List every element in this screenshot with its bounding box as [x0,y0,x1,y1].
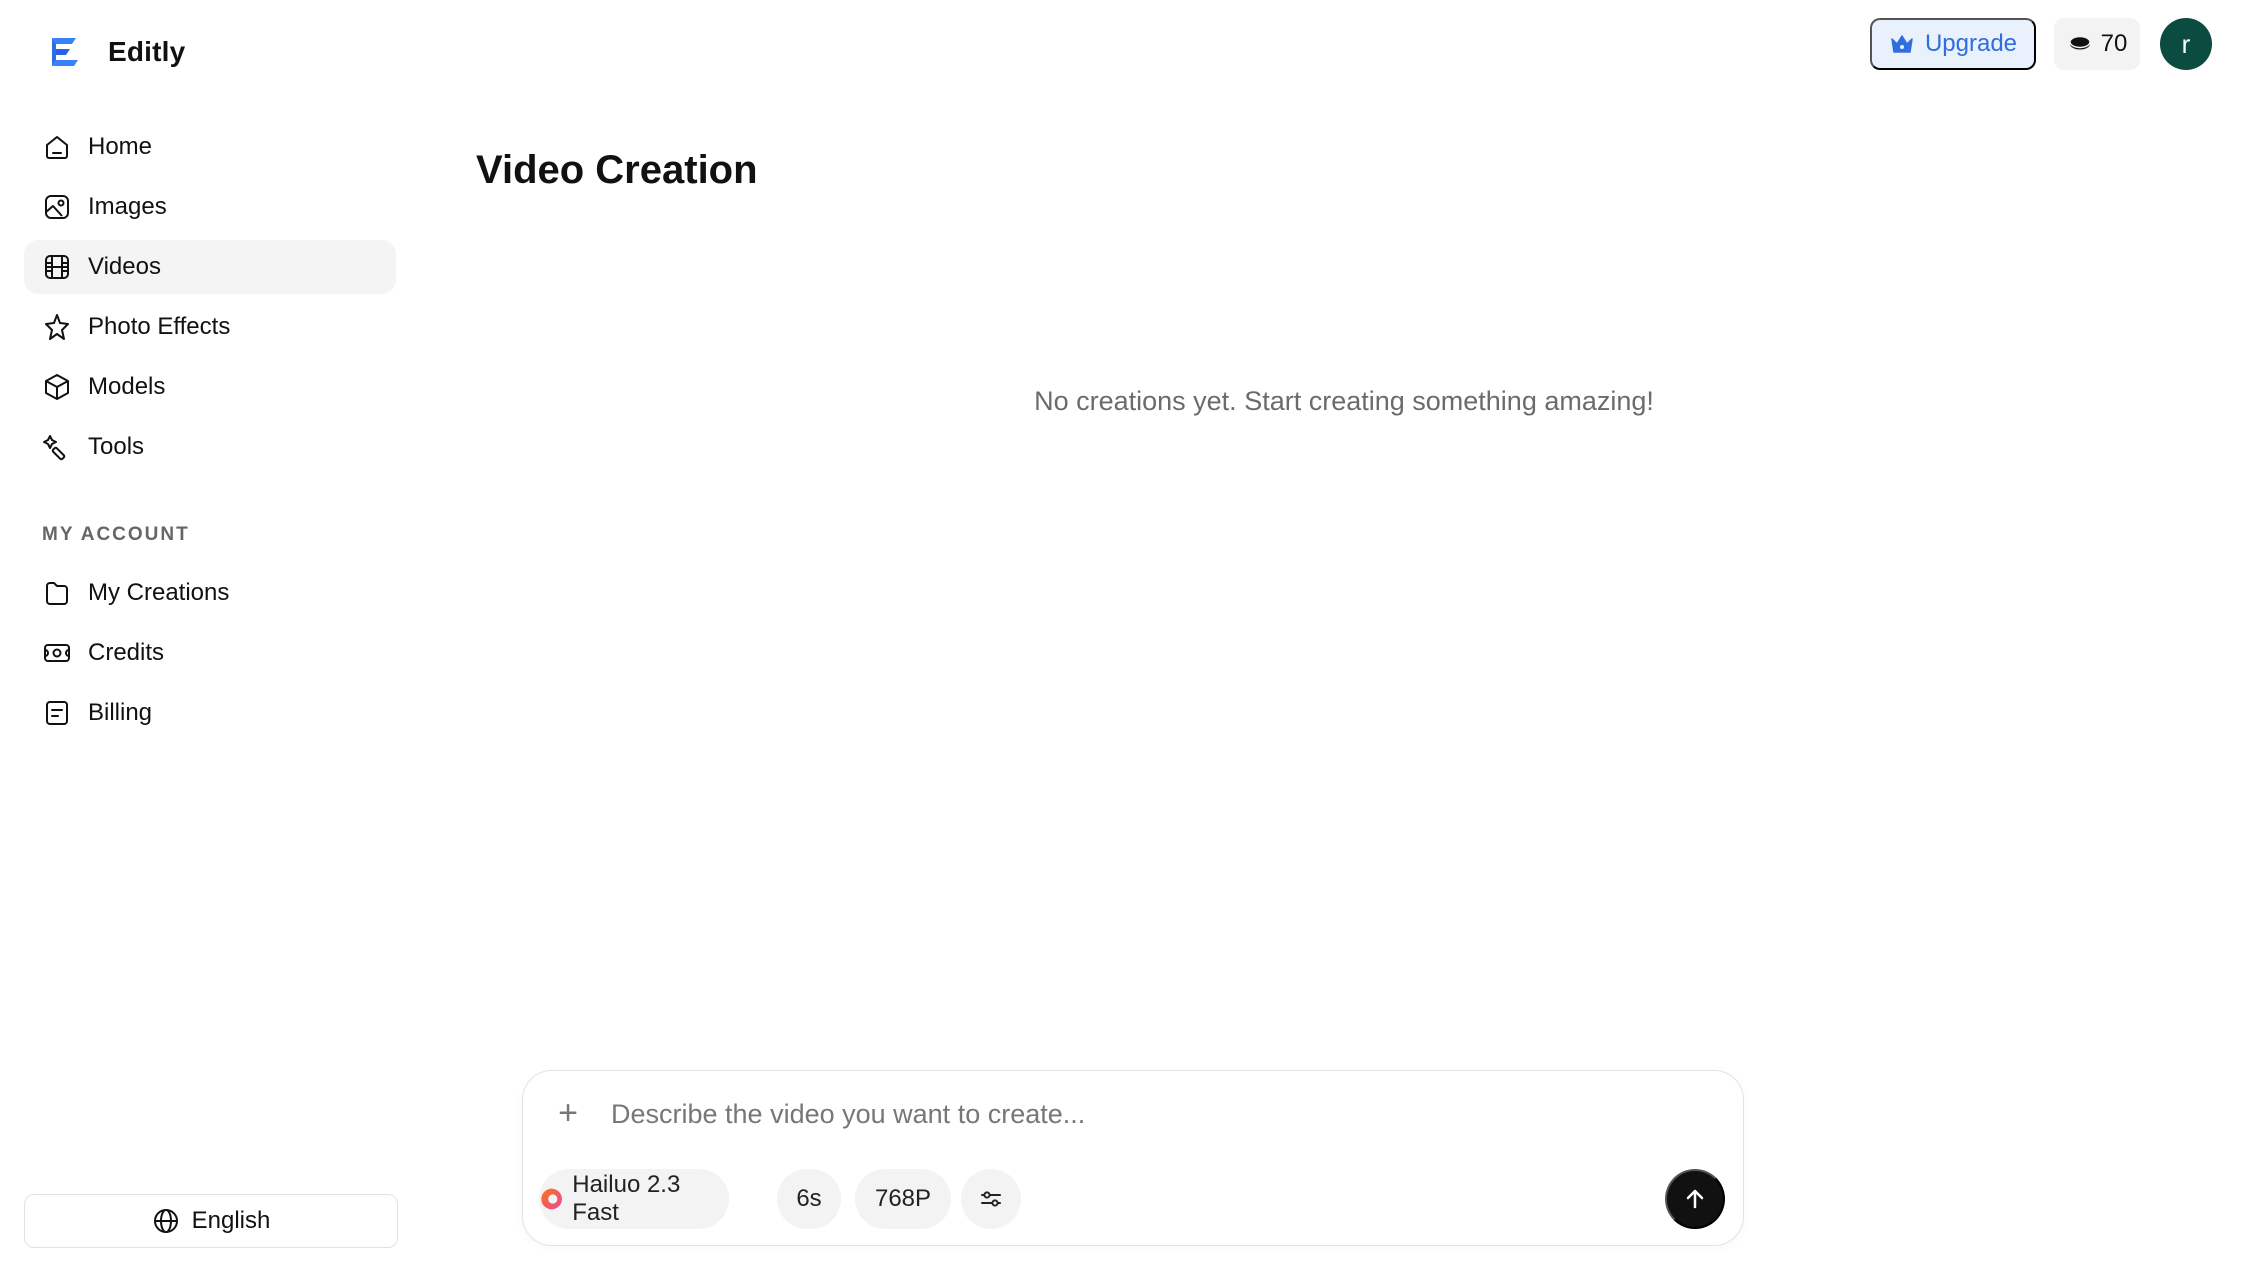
home-icon [46,136,68,159]
hailuo-model-icon [541,1188,562,1210]
sidebar-item-label: Credits [88,639,165,666]
credits-count: 70 [2100,30,2128,57]
duration-label: 6s [796,1185,822,1212]
main-nav: Home Images Videos Photo Effects Models … [24,120,396,480]
resolution-label: 768P [874,1185,932,1212]
language-label: English [191,1207,271,1234]
duration-selector[interactable]: 6s [777,1169,841,1229]
resolution-selector[interactable]: 768P [855,1169,951,1229]
ticket-icon [44,644,70,662]
sidebar-item-home[interactable]: Home [24,120,396,174]
section-label-my-account: MY ACCOUNT [42,524,190,545]
image-icon [45,195,69,219]
magic-wand-icon [43,435,66,461]
app-name: Editly [108,36,186,67]
empty-state-message: No creations yet. Start creating somethi… [1034,386,1654,416]
sliders-icon [981,1191,1001,1207]
cube-icon [45,374,69,400]
arrow-up-icon [1686,1189,1704,1209]
add-attachment-button[interactable]: + [553,1096,583,1130]
upgrade-button[interactable]: Upgrade [1870,18,2036,70]
sidebar-item-models[interactable]: Models [24,360,396,414]
sidebar-item-photo-effects[interactable]: Photo Effects [24,300,396,354]
coins-icon [2068,35,2091,50]
avatar-initial: r [2181,28,2191,59]
app-logo[interactable]: Editly [44,30,185,74]
folder-icon [46,582,68,605]
sidebar-item-label: Images [88,193,167,220]
model-label: Hailuo 2.3 Fast [572,1171,681,1226]
settings-button[interactable] [961,1169,1021,1229]
editly-logo-icon [52,38,78,66]
film-icon [45,255,69,279]
receipt-icon [46,701,68,725]
sidebar-item-label: Videos [88,253,161,280]
crown-icon [1891,35,1913,53]
sidebar-item-my-creations[interactable]: My Creations [24,566,396,620]
sidebar-item-images[interactable]: Images [24,180,396,234]
sidebar-item-credits[interactable]: Credits [24,626,396,680]
language-selector[interactable]: English [24,1194,398,1248]
prompt-composer: + Hailuo 2.3 Fast 6s 768P [522,1070,1744,1246]
user-avatar[interactable]: r [2160,18,2212,70]
sidebar-item-label: Photo Effects [88,313,231,340]
sparkle-star-icon [45,314,69,340]
sidebar-item-label: Tools [88,433,145,460]
page-title: Video Creation [476,148,758,192]
sidebar-item-label: Home [88,133,153,160]
account-nav: My Creations Credits Billing [24,566,396,746]
sidebar-item-label: My Creations [88,579,230,606]
globe-icon [153,1209,178,1233]
sidebar-item-billing[interactable]: Billing [24,686,396,740]
send-button[interactable] [1665,1169,1725,1229]
upgrade-label: Upgrade [1924,30,2018,57]
prompt-input[interactable] [611,1091,1611,1137]
sidebar-item-tools[interactable]: Tools [24,420,396,474]
sidebar-item-videos[interactable]: Videos [24,240,396,294]
credits-badge[interactable]: 70 [2054,18,2140,70]
sidebar-item-label: Models [88,373,166,400]
sidebar-item-label: Billing [88,699,153,726]
sidebar: Editly Home Images Videos Photo Effects … [0,0,418,1268]
model-selector[interactable]: Hailuo 2.3 Fast [539,1169,729,1229]
